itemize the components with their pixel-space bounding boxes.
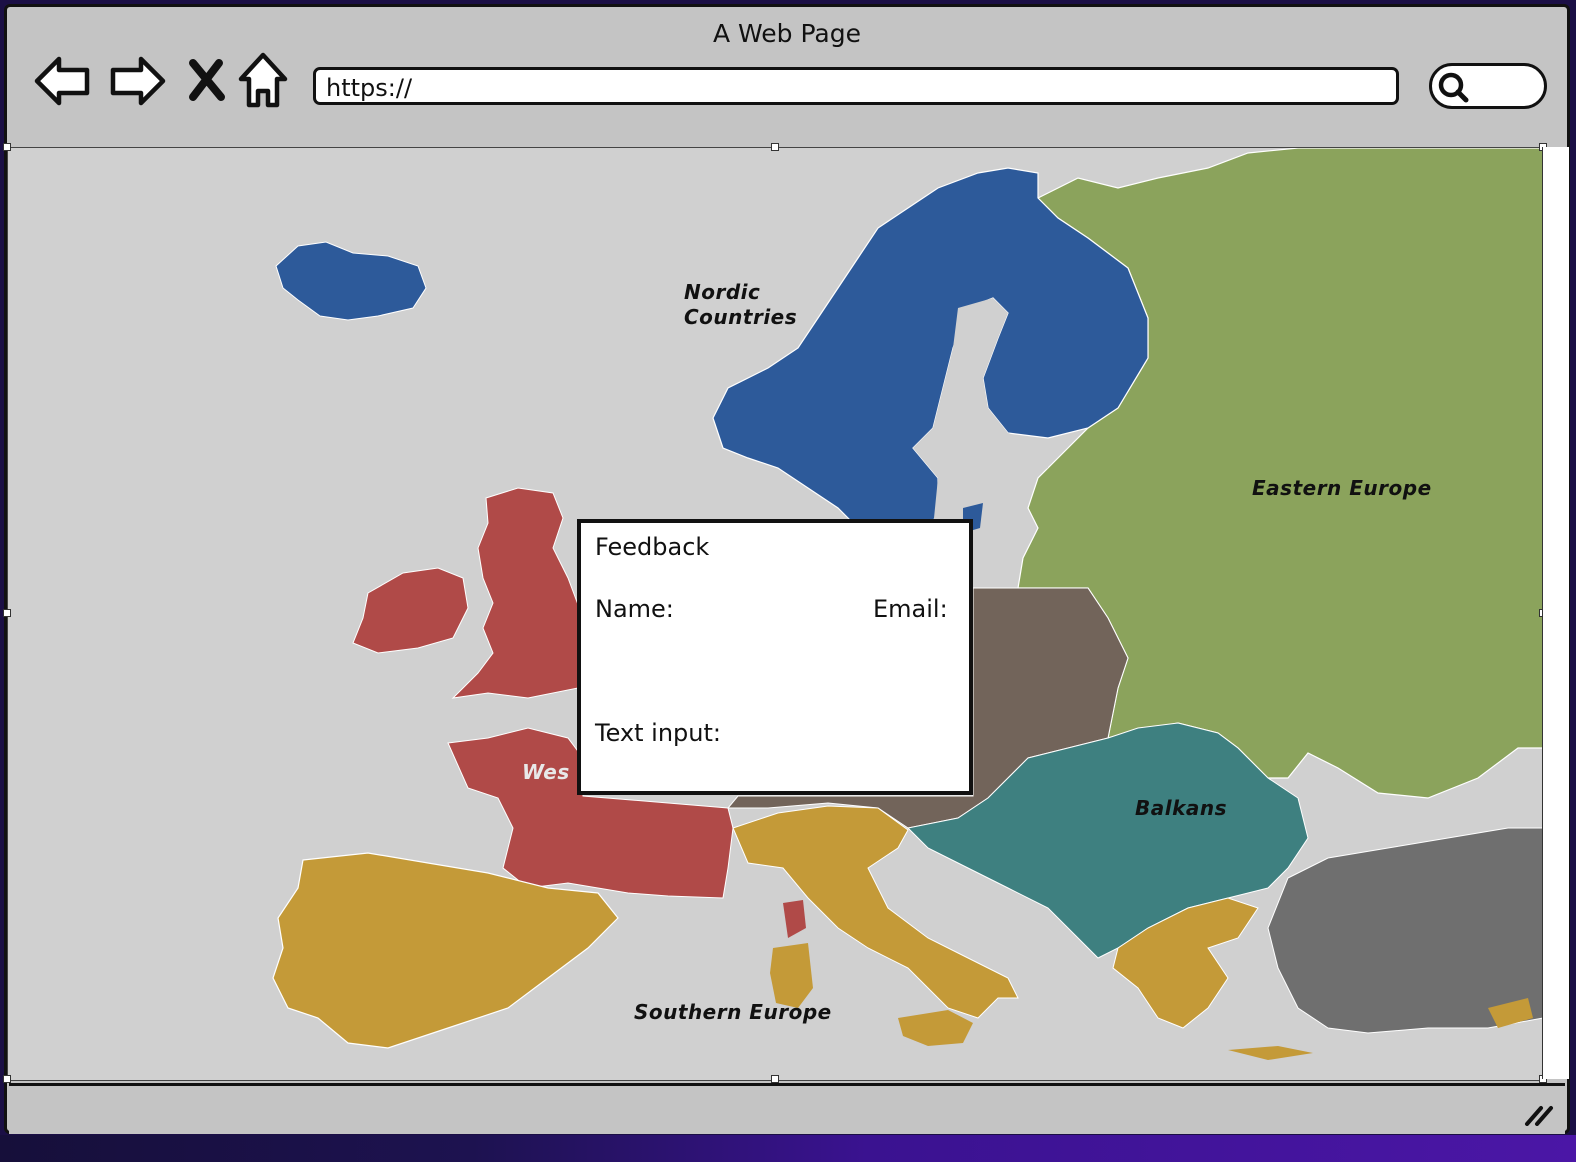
- resize-grip-icon[interactable]: [1523, 1102, 1555, 1126]
- status-bar: [9, 1083, 1565, 1134]
- browser-window: A Web Page https:// Nordic Countries Eas…: [3, 4, 1570, 1134]
- name-field-label[interactable]: Name:: [595, 595, 674, 623]
- desktop-background: [0, 1135, 1576, 1162]
- balkans-label: Balkans: [1135, 796, 1228, 820]
- email-field-label[interactable]: Email:: [873, 595, 948, 623]
- resize-handle[interactable]: [771, 143, 779, 151]
- window-title: A Web Page: [712, 19, 862, 48]
- nordic-label-line2: Countries: [684, 305, 798, 329]
- southern-europe-label: Southern Europe: [634, 1000, 832, 1024]
- nordic-label-line1: Nordic: [684, 280, 761, 304]
- text-input-label[interactable]: Text input:: [595, 719, 721, 747]
- home-icon[interactable]: [235, 51, 295, 111]
- forward-arrow-icon[interactable]: [107, 51, 167, 111]
- feedback-title: Feedback: [595, 533, 710, 561]
- resize-handle[interactable]: [3, 1075, 11, 1083]
- back-arrow-icon[interactable]: [33, 51, 93, 111]
- resize-handle[interactable]: [3, 609, 11, 617]
- feedback-dialog: Feedback Name: Email: Text input:: [577, 519, 973, 795]
- magnifier-icon: [1438, 72, 1469, 103]
- eastern-europe-label: Eastern Europe: [1252, 476, 1432, 500]
- turkey-region: [1267, 827, 1543, 1034]
- url-text: https://: [326, 74, 413, 102]
- western-europe-label: Wes: [522, 760, 570, 784]
- resize-handle[interactable]: [3, 143, 11, 151]
- vertical-scrollbar[interactable]: [1542, 147, 1569, 1079]
- iceland-region: [275, 241, 427, 321]
- resize-handle[interactable]: [771, 1075, 779, 1083]
- uk-region: [451, 487, 589, 699]
- search-box[interactable]: [1429, 63, 1547, 109]
- url-input[interactable]: https://: [313, 67, 1399, 105]
- ireland-region: [352, 567, 469, 654]
